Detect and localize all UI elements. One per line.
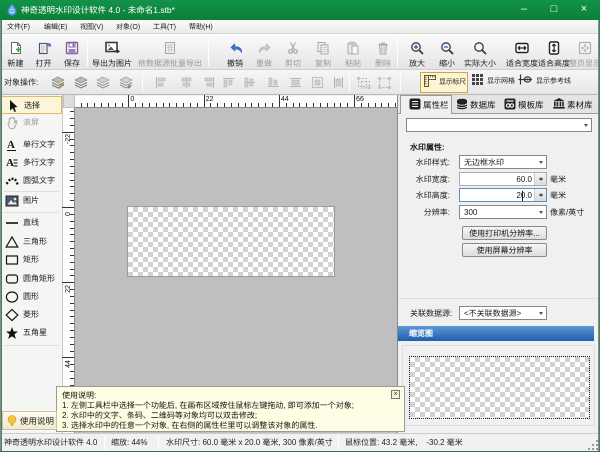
svg-text:A: A [6,157,14,169]
svg-text:A: A [7,139,15,151]
